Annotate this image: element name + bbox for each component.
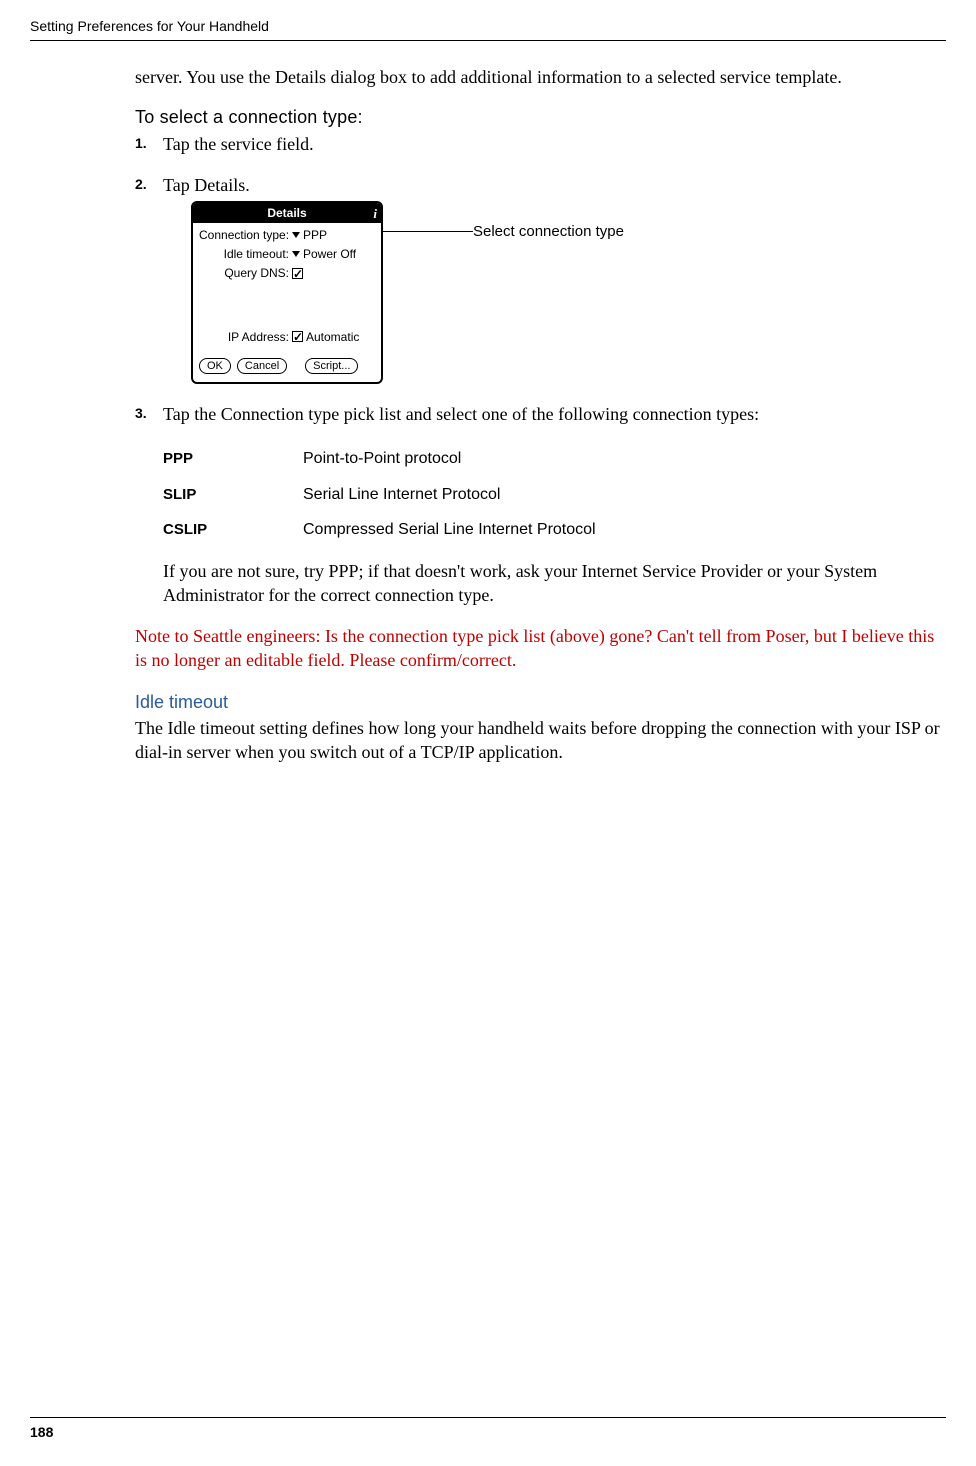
label-ip-address: IP Address:: [199, 329, 291, 345]
editorial-note: Note to Seattle engineers: Is the connec…: [135, 624, 946, 673]
def-row-slip: SLIP Serial Line Internet Protocol: [163, 484, 946, 506]
label-connection-type: Connection type:: [199, 227, 291, 243]
def-desc-cslip: Compressed Serial Line Internet Protocol: [303, 519, 596, 541]
value-connection-type[interactable]: PPP: [303, 227, 327, 243]
callout-text: Select connection type: [473, 222, 624, 242]
running-head: Setting Preferences for Your Handheld: [0, 0, 976, 40]
palm-spacer: [199, 285, 375, 329]
callout-leader-line: [383, 231, 473, 232]
checkbox-query-dns[interactable]: [292, 268, 303, 279]
steps-list: Tap the service field. Tap Details. Deta…: [135, 132, 946, 607]
def-term-slip: SLIP: [163, 484, 303, 506]
page-content: server. You use the Details dialog box t…: [0, 41, 976, 765]
dropdown-icon[interactable]: [292, 251, 300, 257]
script-button[interactable]: Script...: [305, 358, 358, 374]
label-idle-timeout: Idle timeout:: [199, 246, 291, 262]
idle-timeout-body: The Idle timeout setting defines how lon…: [135, 716, 946, 765]
def-desc-ppp: Point-to-Point protocol: [303, 448, 461, 470]
info-icon: i: [373, 205, 377, 223]
def-desc-slip: Serial Line Internet Protocol: [303, 484, 500, 506]
row-idle-timeout: Idle timeout: Power Off: [199, 246, 375, 262]
step-1: Tap the service field.: [135, 132, 946, 156]
palm-title-bar: Details i: [193, 203, 381, 223]
row-query-dns: Query DNS:: [199, 265, 375, 281]
figure-details-dialog: Details i Connection type: PPP Idle time…: [191, 201, 946, 384]
palm-body: Connection type: PPP Idle timeout: Power…: [193, 223, 381, 352]
page-number: 188: [30, 1424, 946, 1440]
value-idle-timeout[interactable]: Power Off: [303, 246, 356, 262]
palm-title-text: Details: [267, 206, 306, 220]
connection-types-table: PPP Point-to-Point protocol SLIP Serial …: [163, 448, 946, 541]
step-2: Tap Details. Details i Connection type: …: [135, 173, 946, 384]
subheading-select-connection: To select a connection type:: [135, 107, 946, 128]
cancel-button[interactable]: Cancel: [237, 358, 287, 374]
palm-details-panel: Details i Connection type: PPP Idle time…: [191, 201, 383, 384]
heading-idle-timeout: Idle timeout: [135, 692, 946, 713]
page-footer: 188: [30, 1417, 946, 1440]
ok-button[interactable]: OK: [199, 358, 231, 374]
dropdown-icon[interactable]: [292, 232, 300, 238]
row-connection-type: Connection type: PPP: [199, 227, 375, 243]
label-query-dns: Query DNS:: [199, 265, 291, 281]
checkbox-ip-auto[interactable]: [292, 331, 303, 342]
value-ip-address: Automatic: [306, 329, 359, 345]
intro-paragraph: server. You use the Details dialog box t…: [135, 65, 946, 89]
palm-button-row: OK Cancel Script...: [193, 352, 381, 382]
def-row-ppp: PPP Point-to-Point protocol: [163, 448, 946, 470]
row-ip-address: IP Address: Automatic: [199, 329, 375, 345]
footer-rule: [30, 1417, 946, 1418]
def-row-cslip: CSLIP Compressed Serial Line Internet Pr…: [163, 519, 946, 541]
step-3-text: Tap the Connection type pick list and se…: [163, 404, 759, 424]
step-2-text: Tap Details.: [163, 175, 250, 195]
def-term-cslip: CSLIP: [163, 519, 303, 541]
def-term-ppp: PPP: [163, 448, 303, 470]
step-3: Tap the Connection type pick list and se…: [135, 402, 946, 608]
after-defs-paragraph: If you are not sure, try PPP; if that do…: [163, 559, 946, 608]
